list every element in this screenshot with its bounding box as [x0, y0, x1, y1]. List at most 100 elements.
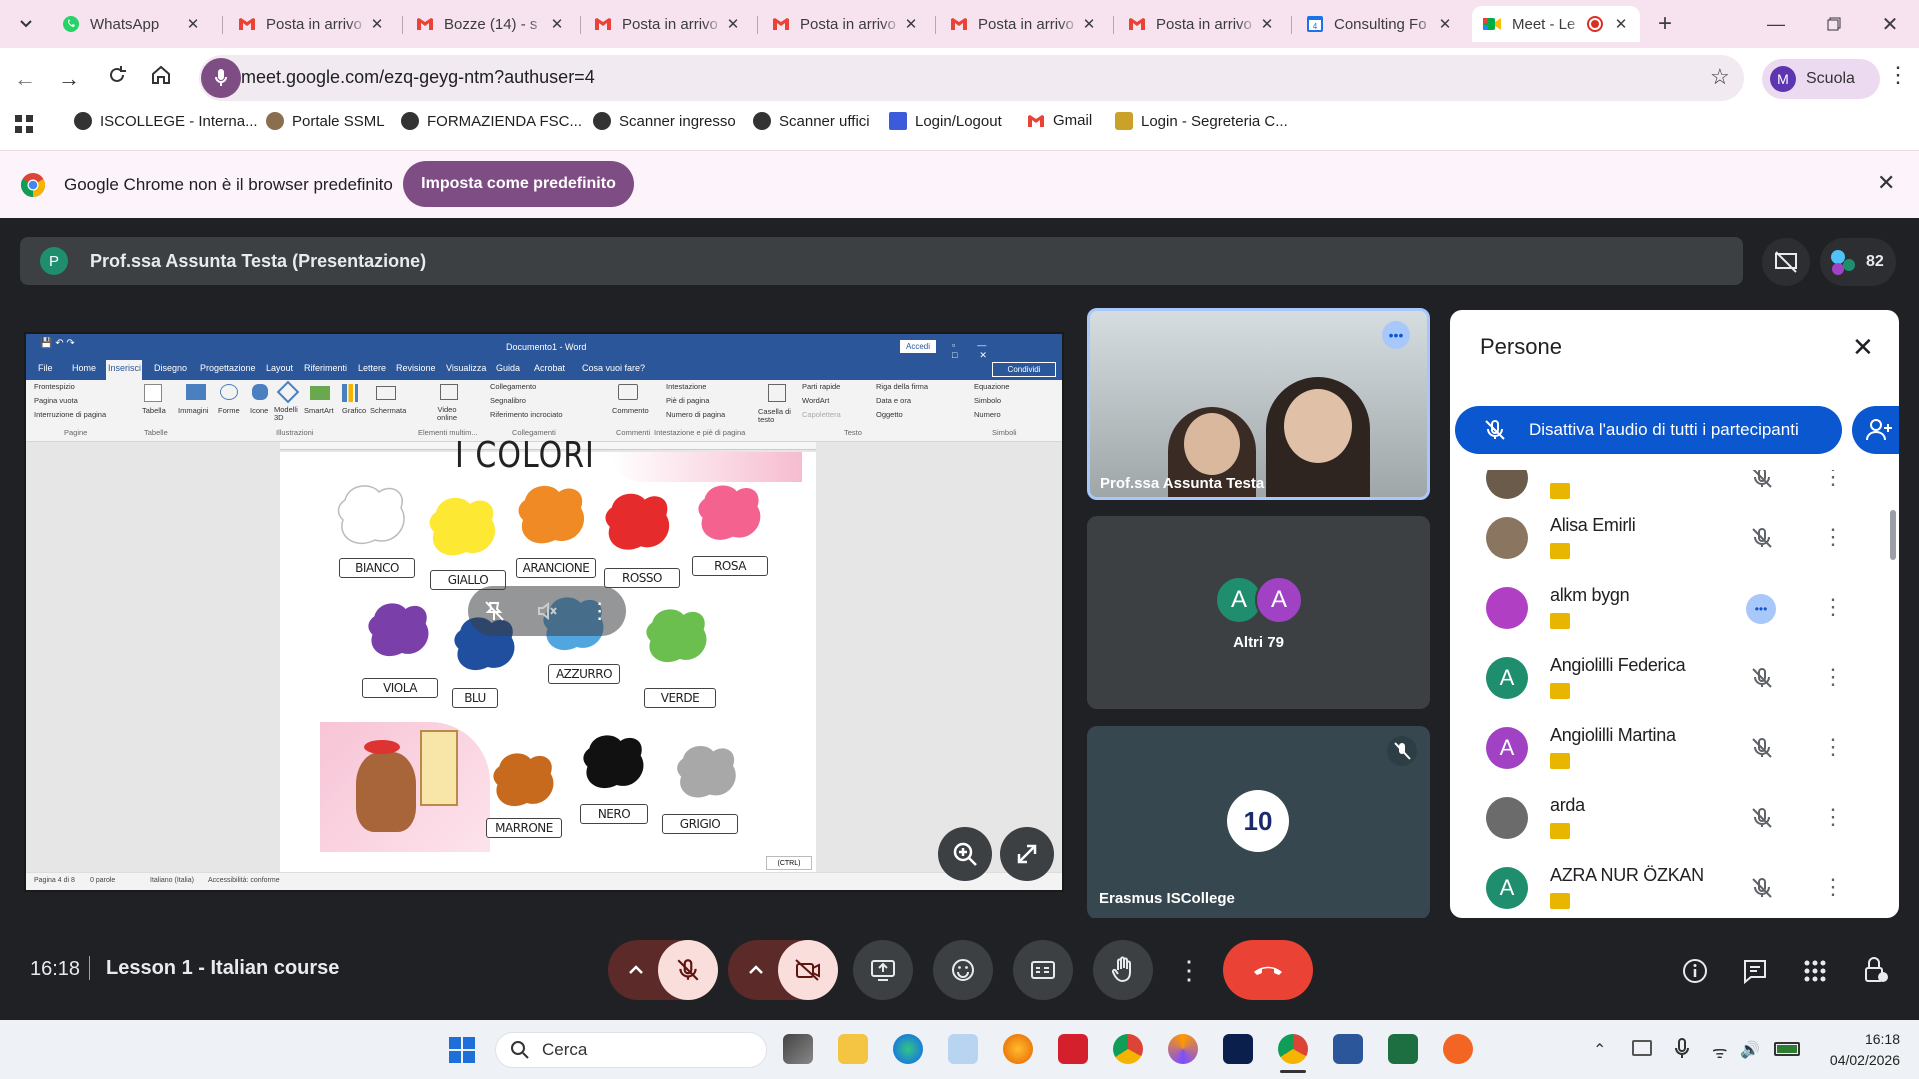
tab-gmail-2[interactable]: Bozze (14) - s ✕ [406, 6, 576, 42]
list-item[interactable]: Alisa Emirli ⋮ [1450, 508, 1880, 568]
list-item[interactable]: ⋮ [1450, 470, 1880, 508]
new-tab-button[interactable]: + [1648, 6, 1682, 42]
edge-icon[interactable] [893, 1034, 923, 1064]
chrome-icon[interactable] [1113, 1034, 1143, 1064]
tab-close-icon[interactable]: ✕ [184, 15, 202, 33]
acrobat-icon[interactable] [1058, 1034, 1088, 1064]
video-tile-erasmus[interactable]: 10 Erasmus ISCollege [1087, 726, 1430, 919]
word-tab[interactable]: Guida [496, 363, 520, 373]
paste-options-badge[interactable]: (CTRL) [766, 856, 812, 870]
ribbon-item[interactable]: Data e ora [876, 396, 911, 405]
bookmark-iscollege[interactable]: ISCOLLEGE - Interna... [74, 112, 258, 130]
word-page[interactable]: I COLORI BIANCO GIALLO ARANCIONE ROSSO R… [280, 435, 816, 882]
video-tile-others[interactable]: A A Altri 79 [1087, 516, 1430, 709]
word-tab-active[interactable]: Inserisci [108, 363, 141, 373]
ribbon-item[interactable]: Interruzione di pagina [34, 410, 106, 419]
captions-off-button[interactable] [1762, 238, 1810, 286]
ribbon-item[interactable]: Intestazione [666, 382, 706, 391]
app-icon[interactable] [1223, 1034, 1253, 1064]
ribbon-button[interactable]: Commento [612, 406, 649, 415]
url-text[interactable]: meet.google.com/ezq-geyg-ntm?authuser=4 [241, 67, 595, 88]
ribbon-item[interactable]: Numero [974, 410, 1001, 419]
back-button[interactable]: ← [14, 66, 36, 92]
tile-more-icon[interactable]: ••• [1382, 321, 1410, 349]
tab-search-button[interactable] [6, 6, 46, 42]
excel-icon[interactable] [1388, 1034, 1418, 1064]
mute-all-button[interactable]: Disattiva l'audio di tutti i partecipant… [1455, 406, 1842, 454]
tab-whatsapp[interactable]: WhatsApp ✕ [52, 6, 212, 42]
bookmark-gmail[interactable]: Gmail [1027, 112, 1092, 129]
ribbon-item[interactable]: Simbolo [974, 396, 1001, 405]
word-tab[interactable]: Home [72, 363, 96, 373]
add-people-button[interactable] [1852, 406, 1899, 454]
wifi-icon[interactable]: ᯤ [1712, 1040, 1728, 1063]
chrome-profile-icon[interactable] [1278, 1034, 1308, 1064]
ribbon-button[interactable]: Casella di testo [758, 408, 792, 424]
tab-close-icon[interactable]: ✕ [1612, 15, 1630, 33]
meeting-info-icon[interactable] [1681, 957, 1709, 985]
ribbon-item[interactable]: Riga della firma [876, 382, 928, 391]
tab-gmail-3[interactable]: Posta in arrivo ✕ [584, 6, 752, 42]
ribbon-item[interactable]: Piè di pagina [666, 396, 709, 405]
volume-icon[interactable]: 🔊 [1740, 1040, 1760, 1060]
more-options-icon[interactable]: ⋮ [589, 598, 611, 624]
task-view-icon[interactable] [783, 1034, 813, 1064]
word-tab[interactable]: Lettere [358, 363, 386, 373]
more-options-icon[interactable]: ⋮ [1822, 874, 1844, 900]
pin-off-icon[interactable] [483, 600, 505, 622]
more-options-icon[interactable]: ⋮ [1822, 524, 1844, 550]
photos-icon[interactable] [948, 1034, 978, 1064]
activities-grid-icon[interactable] [1801, 957, 1829, 985]
camera-toggle-button[interactable] [778, 940, 838, 1000]
present-screen-button[interactable] [853, 940, 913, 1000]
zoom-button[interactable] [938, 827, 992, 881]
ribbon-item[interactable]: WordArt [802, 396, 829, 405]
tab-close-icon[interactable]: ✕ [1258, 15, 1276, 33]
more-options-icon[interactable]: ⋮ [1822, 734, 1844, 760]
word-tab[interactable]: Progettazione [200, 363, 256, 373]
tab-gmail-1[interactable]: Posta in arrivo ✕ [228, 6, 396, 42]
mic-off-icon[interactable] [1750, 876, 1774, 900]
bookmark-ssml[interactable]: Portale SSML [266, 112, 385, 130]
bookmark-star-icon[interactable]: ☆ [1710, 64, 1730, 90]
more-options-icon[interactable]: ⋮ [1822, 594, 1844, 620]
profile-chip[interactable]: M Scuola [1762, 59, 1880, 99]
tab-gmail-5[interactable]: Posta in arrivo ✕ [940, 6, 1108, 42]
ribbon-item[interactable]: Collegamento [490, 382, 536, 391]
reload-button[interactable] [106, 64, 128, 86]
more-options-button[interactable]: ⋮ [1163, 940, 1215, 1000]
ribbon-button[interactable]: Modelli 3D [274, 406, 302, 422]
word-tab[interactable]: File [38, 363, 53, 373]
ribbon-item[interactable]: Parti rapide [802, 382, 840, 391]
app-icon[interactable] [1443, 1034, 1473, 1064]
bookmark-segreteria[interactable]: Login - Segreteria C... [1115, 112, 1288, 130]
more-options-icon[interactable]: ⋮ [1822, 804, 1844, 830]
tab-close-icon[interactable]: ✕ [1080, 15, 1098, 33]
battery-icon[interactable] [1774, 1042, 1800, 1056]
ribbon-item[interactable]: Segnalibro [490, 396, 526, 405]
list-item[interactable]: A Angiolilli Federica ⋮ [1450, 648, 1880, 708]
more-options-icon[interactable]: ⋮ [1822, 470, 1844, 490]
word-signin-button[interactable]: Accedi [900, 340, 936, 353]
list-item[interactable]: A AZRA NUR ÖZKAN ⋮ [1450, 858, 1880, 918]
mic-off-icon[interactable] [1750, 470, 1774, 490]
tab-close-icon[interactable]: ✕ [1436, 15, 1454, 33]
captions-button[interactable] [1013, 940, 1073, 1000]
tab-gmail-4[interactable]: Posta in arrivo ✕ [762, 6, 930, 42]
host-controls-lock-icon[interactable] [1861, 955, 1889, 985]
ribbon-button[interactable]: Forme [218, 406, 240, 415]
ribbon-button[interactable]: Grafico [342, 406, 366, 415]
reactions-button[interactable] [933, 940, 993, 1000]
home-button[interactable] [150, 64, 172, 86]
word-icon[interactable] [1333, 1034, 1363, 1064]
word-tab[interactable]: Acrobat [534, 363, 565, 373]
bookmark-formazienda[interactable]: FORMAZIENDA FSC... [401, 112, 582, 130]
apps-grid-icon[interactable] [14, 114, 34, 134]
taskbar-search-box[interactable]: Cerca [495, 1032, 767, 1068]
file-explorer-icon[interactable] [838, 1034, 868, 1064]
network-drive-icon[interactable] [1632, 1040, 1652, 1056]
mic-off-icon[interactable] [1750, 526, 1774, 550]
bookmark-login-logout[interactable]: Login/Logout [889, 112, 1002, 130]
app-icon[interactable] [1168, 1034, 1198, 1064]
ribbon-button[interactable]: Immagini [178, 406, 208, 415]
